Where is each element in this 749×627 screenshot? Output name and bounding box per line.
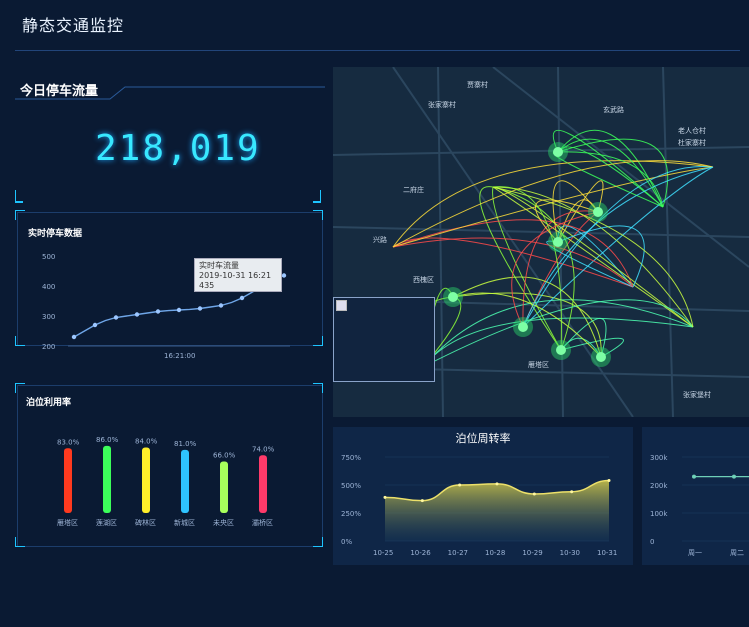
bar-value-label: 66.0% — [213, 452, 236, 460]
bar-category-label: 莲湖区 — [96, 518, 117, 527]
data-point — [176, 307, 182, 313]
y-tick-label: 500 — [42, 253, 55, 261]
bar-category-label: 雁塔区 — [57, 518, 78, 527]
data-point — [239, 295, 245, 301]
y-tick-label: 0% — [341, 538, 352, 546]
hub-point — [553, 237, 563, 247]
bar — [220, 461, 228, 513]
data-point — [113, 315, 119, 320]
data-point — [532, 492, 536, 496]
data-point — [495, 482, 499, 486]
flow-arc — [552, 129, 664, 208]
bar-value-label: 86.0% — [96, 436, 119, 444]
map-road — [662, 67, 674, 417]
today-flow-value: 218,019 — [95, 128, 261, 169]
header-divider — [15, 50, 740, 51]
bar — [181, 449, 189, 513]
map-place-label: 张家堡村 — [683, 390, 711, 399]
y-tick-label: 100k — [650, 510, 668, 518]
x-tick-label: 10-26 — [410, 549, 431, 557]
data-point — [570, 490, 574, 494]
bar — [103, 445, 111, 513]
x-tick-label: 10-31 — [597, 549, 617, 557]
x-tick-label: 10-28 — [485, 549, 505, 557]
hub-point — [596, 352, 606, 362]
bar — [142, 447, 150, 513]
utilization-bar-chart: 83.0% 雁塔区 86.0% 莲湖区 84.0% 碑林区 81.0% 新城区 66.0% 未央区… — [57, 436, 275, 527]
data-point — [458, 483, 462, 487]
map-place-label: 雁塔区 — [528, 360, 549, 369]
realtime-title: 实时停车数据 — [28, 229, 83, 239]
map-place-label: 西槐区 — [413, 275, 434, 284]
data-point — [197, 306, 203, 311]
bar-value-label: 74.0% — [252, 445, 275, 453]
bar-category-label: 未央区 — [213, 518, 234, 527]
hub-point — [556, 345, 566, 355]
today-flow-underline — [15, 86, 325, 100]
hub-point — [553, 147, 563, 157]
data-point — [92, 322, 98, 328]
y-tick-label: 300k — [650, 454, 668, 462]
hub-point — [448, 292, 458, 302]
y-tick-label: 200k — [650, 482, 668, 490]
map-place-label: 老人仓村 — [678, 126, 706, 135]
hub-point — [593, 207, 603, 217]
x-tick-label: 10-29 — [522, 549, 542, 557]
map-place-label: 玄武路 — [603, 105, 624, 114]
bar-category-label: 灞桥区 — [252, 518, 273, 527]
weekly-line-chart: 300k 200k 100k 0 周一 周二 — [650, 454, 749, 557]
y-tick-label: 200 — [42, 343, 55, 351]
tooltip-value: 435 — [199, 281, 215, 290]
x-tick-label: 10-30 — [560, 549, 580, 557]
x-tick-label: 周一 — [688, 549, 702, 557]
tooltip-title: 实时车流量 — [199, 261, 239, 270]
y-tick-label: 300 — [42, 313, 55, 321]
x-tick-label: 周二 — [730, 549, 744, 557]
utilization-title: 泊位利用率 — [26, 398, 72, 408]
map-road — [333, 226, 749, 238]
hub-point — [518, 322, 528, 332]
y-tick-label: 750% — [341, 454, 361, 462]
map-place-label: 杜家寨村 — [678, 138, 706, 147]
y-tick-label: 0 — [650, 538, 654, 546]
bar-value-label: 83.0% — [57, 438, 80, 446]
x-tick-label: 16:21:00 — [164, 352, 195, 360]
turnover-area-chart: 750% 500% 250% 0% 10-25 10-26 10-27 10-28 10-29 1… — [341, 454, 617, 557]
data-point — [281, 273, 287, 278]
map-place-label: 贾寨村 — [467, 80, 488, 89]
y-tick-label: 250% — [341, 510, 361, 518]
map-road — [333, 146, 749, 156]
bar-category-label: 碑林区 — [135, 518, 156, 527]
realtime-tooltip: 实时车流量 2019-10-31 16:21 435 — [194, 258, 282, 292]
page-title: 静态交通监控 — [22, 16, 125, 35]
map-place-label: 二府庄 — [403, 185, 424, 194]
turnover-title: 泊位周转率 — [455, 432, 511, 445]
y-tick-label: 500% — [341, 482, 361, 490]
map-inset-image — [333, 297, 435, 382]
data-point — [71, 334, 77, 340]
bar-value-label: 81.0% — [174, 440, 197, 448]
data-point — [218, 303, 224, 308]
area-fill — [385, 480, 609, 541]
y-tick-label: 400 — [42, 283, 55, 291]
bar-value-label: 84.0% — [135, 437, 158, 445]
bar-category-label: 新城区 — [174, 518, 195, 527]
x-tick-label: 10-27 — [448, 549, 468, 557]
data-point — [607, 479, 611, 483]
map-place-label: 张家寨村 — [428, 100, 456, 109]
data-point — [420, 499, 424, 503]
bar — [64, 448, 72, 513]
map-road — [437, 67, 444, 417]
data-point — [692, 474, 696, 479]
tooltip-time: 2019-10-31 16:21 — [199, 271, 272, 280]
x-tick-label: 10-25 — [373, 549, 393, 557]
broken-image-icon — [336, 300, 347, 311]
data-point — [134, 312, 140, 317]
flow-arc — [557, 129, 664, 208]
bar — [259, 455, 267, 513]
data-point — [155, 309, 161, 314]
data-point — [383, 495, 387, 499]
map-place-label: 兴路 — [373, 235, 387, 244]
data-point — [732, 474, 736, 479]
